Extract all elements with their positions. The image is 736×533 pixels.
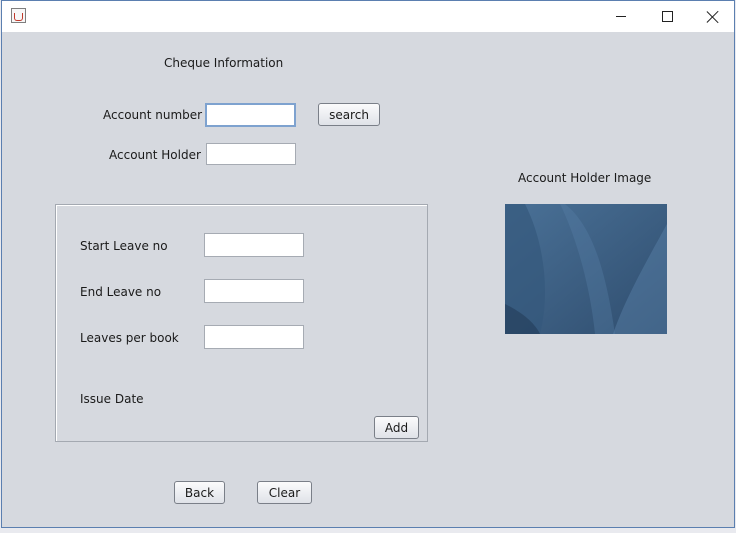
clear-button[interactable]: Clear [257,481,312,504]
start-leave-input[interactable] [204,233,304,257]
java-cup-icon[interactable] [11,8,26,23]
close-button[interactable] [690,1,736,32]
start-leave-label: Start Leave no [80,239,168,253]
maximize-button[interactable] [644,1,690,32]
account-holder-label: Account Holder [109,148,201,162]
leaves-per-book-label: Leaves per book [80,331,179,345]
add-button[interactable]: Add [374,416,419,439]
close-icon [707,11,719,23]
back-button[interactable]: Back [174,481,225,504]
app-window: Cheque Information Account number search… [1,0,735,528]
leaves-per-book-input[interactable] [204,325,304,349]
account-holder-image [505,204,667,334]
wallpaper-image [505,204,667,334]
account-number-input[interactable] [205,103,296,127]
account-holder-image-label: Account Holder Image [518,171,652,185]
account-holder-input[interactable] [206,143,296,165]
end-leave-label: End Leave no [80,285,162,299]
account-number-label: Account number [103,108,203,122]
minimize-icon [616,16,626,17]
maximize-icon [661,11,673,22]
title-bar[interactable] [2,1,734,32]
form-heading: Cheque Information [164,56,284,70]
issue-date-label: Issue Date [80,392,144,406]
leaves-panel: Start Leave no End Leave no Leaves per b… [55,204,428,442]
search-button[interactable]: search [318,103,380,126]
minimize-button[interactable] [598,1,644,32]
end-leave-input[interactable] [204,279,304,303]
